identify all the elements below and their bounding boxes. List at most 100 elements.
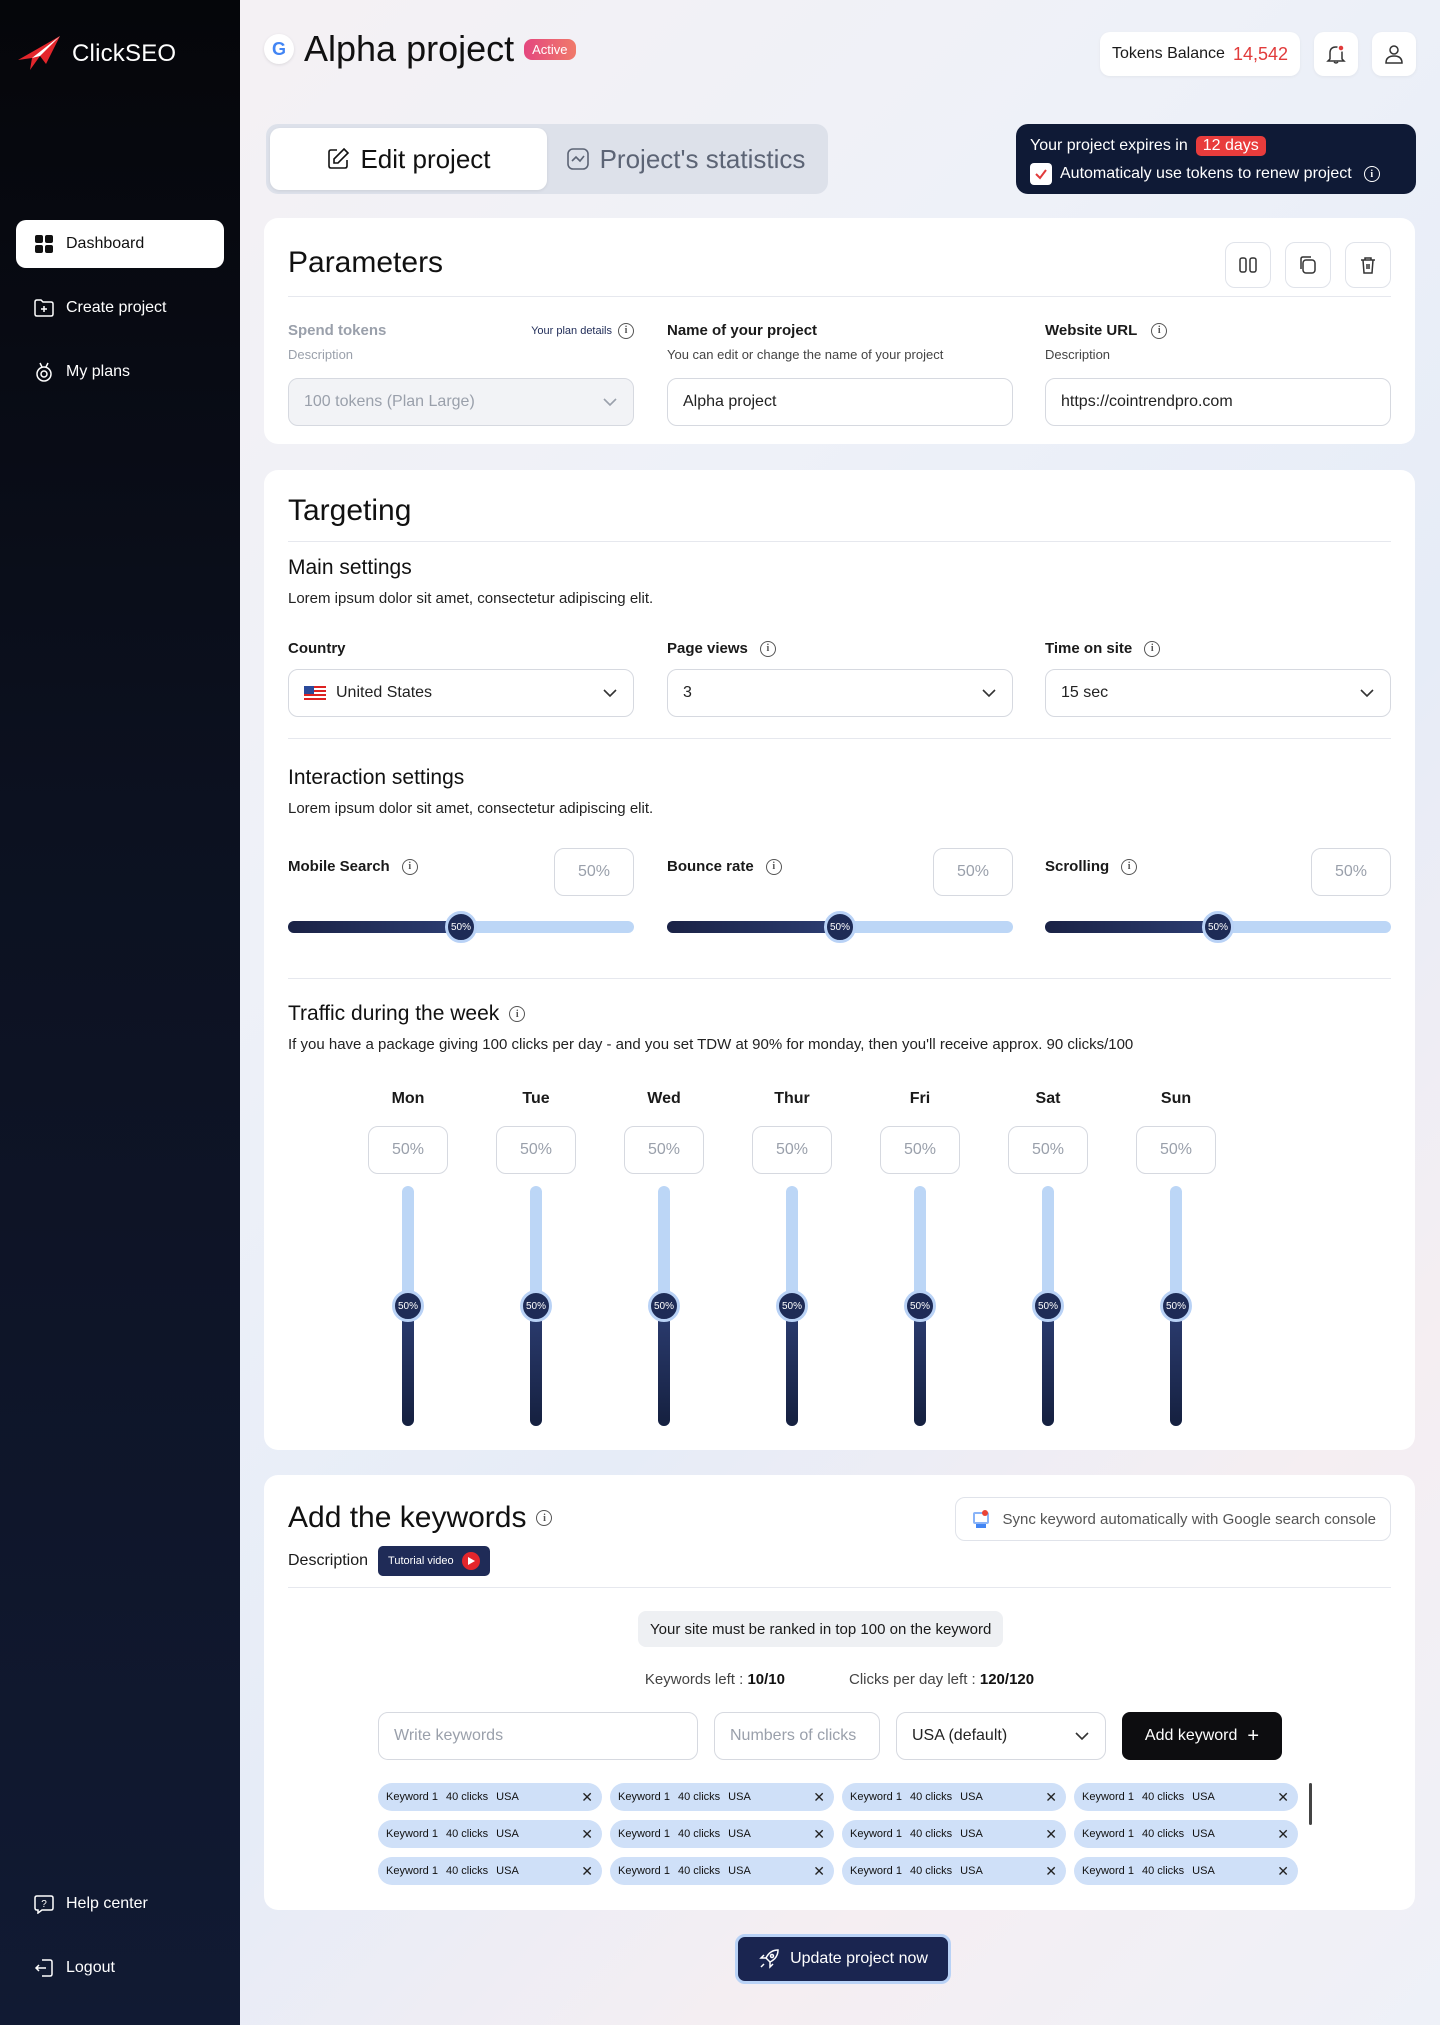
- sidebar-item-label: Help center: [66, 1895, 148, 1912]
- keywords-left-label: Keywords left :: [644, 1671, 744, 1688]
- slider-handle[interactable]: 50%: [824, 911, 856, 943]
- brand-logo[interactable]: ClickSEO: [16, 34, 176, 74]
- auto-renew-checkbox[interactable]: [1030, 163, 1052, 185]
- delete-button[interactable]: [1345, 242, 1391, 288]
- info-icon[interactable]: i: [765, 858, 782, 875]
- remove-keyword-icon[interactable]: ✕: [813, 1826, 825, 1843]
- keyword-chip-name: Keyword 1: [1082, 1865, 1134, 1877]
- info-icon[interactable]: i: [1363, 166, 1380, 182]
- day-slider-handle[interactable]: 50%: [776, 1290, 808, 1322]
- info-icon[interactable]: i: [509, 1006, 526, 1022]
- day-slider-handle[interactable]: 50%: [648, 1290, 680, 1322]
- chevron-down-icon: [982, 689, 996, 698]
- slider-label: Bounce rate i: [667, 858, 782, 875]
- country-select[interactable]: United States: [288, 669, 634, 717]
- country-value: United States: [336, 684, 433, 701]
- slider-handle[interactable]: 50%: [1202, 911, 1234, 943]
- remove-keyword-icon[interactable]: ✕: [1277, 1863, 1289, 1880]
- day-value-input[interactable]: 50%: [496, 1126, 576, 1174]
- info-icon[interactable]: i: [759, 640, 776, 657]
- day-slider-handle[interactable]: 50%: [392, 1290, 424, 1322]
- sidebar-item-dashboard[interactable]: Dashboard: [16, 220, 224, 268]
- time-on-site-select[interactable]: 15 sec: [1045, 669, 1391, 717]
- bird-logo-icon: [18, 36, 60, 70]
- keyword-chip-clicks: 40 clicks: [909, 1865, 953, 1877]
- day-value-input[interactable]: 50%: [624, 1126, 704, 1174]
- remove-keyword-icon[interactable]: ✕: [1045, 1826, 1057, 1843]
- keyword-chip-clicks: 40 clicks: [909, 1828, 953, 1840]
- remove-keyword-icon[interactable]: ✕: [581, 1826, 593, 1843]
- tab-edit-project[interactable]: Edit project: [270, 128, 547, 190]
- day-value-input[interactable]: 50%: [368, 1126, 448, 1174]
- targeting-title: Targeting: [288, 494, 412, 527]
- info-icon[interactable]: i: [536, 1510, 553, 1526]
- sidebar-item-logout[interactable]: Logout: [16, 1944, 224, 1992]
- day-slider-fill: [1170, 1306, 1182, 1426]
- keyword-chip-country: USA: [728, 1865, 751, 1877]
- slider-value-input[interactable]: 50%: [1311, 848, 1391, 896]
- spend-tokens-select[interactable]: 100 tokens (Plan Large): [288, 378, 634, 426]
- chips-scrollbar[interactable]: [1309, 1783, 1312, 1825]
- slider-label-text: Bounce rate: [667, 858, 754, 875]
- day-slider-handle[interactable]: 50%: [904, 1290, 936, 1322]
- add-keyword-button[interactable]: Add keyword +: [1122, 1712, 1282, 1760]
- divider: [288, 978, 1391, 979]
- clicks-input[interactable]: Numbers of clicks: [714, 1712, 880, 1760]
- info-icon[interactable]: i: [1121, 858, 1138, 875]
- remove-keyword-icon[interactable]: ✕: [1045, 1789, 1057, 1806]
- remove-keyword-icon[interactable]: ✕: [1277, 1789, 1289, 1806]
- day-slider-handle[interactable]: 50%: [520, 1290, 552, 1322]
- sidebar-item-label: Logout: [66, 1959, 115, 1976]
- remove-keyword-icon[interactable]: ✕: [813, 1863, 825, 1880]
- day-slider-fill: [530, 1306, 542, 1426]
- profile-button[interactable]: [1372, 32, 1416, 76]
- project-name-input[interactable]: Alpha project: [667, 378, 1013, 426]
- slider-label-text: Mobile Search: [288, 858, 390, 875]
- slider-value-input[interactable]: 50%: [933, 848, 1013, 896]
- keyword-chip-clicks: 40 clicks: [677, 1828, 721, 1840]
- tutorial-video-button[interactable]: Tutorial video: [378, 1546, 490, 1576]
- tab-statistics[interactable]: Project's statistics: [547, 128, 824, 190]
- page-views-select[interactable]: 3: [667, 669, 1013, 717]
- day-value-input[interactable]: 50%: [880, 1126, 960, 1174]
- remove-keyword-icon[interactable]: ✕: [813, 1789, 825, 1806]
- logout-icon: [34, 1958, 54, 1978]
- sync-gsc-button[interactable]: Sync keyword automatically with Google s…: [955, 1497, 1391, 1541]
- columns-button[interactable]: [1225, 242, 1271, 288]
- day-value-input[interactable]: 50%: [1008, 1126, 1088, 1174]
- parameters-card: Parameters Spend tokens Your plan detail…: [264, 218, 1415, 444]
- remove-keyword-icon[interactable]: ✕: [1277, 1826, 1289, 1843]
- info-icon[interactable]: i: [401, 858, 418, 875]
- keyword-chip: Keyword 1 40 clicks USA ✕: [842, 1783, 1066, 1811]
- sidebar-item-help-center[interactable]: ? Help center: [16, 1880, 224, 1928]
- keywords-title: Add the keywords i: [288, 1501, 553, 1535]
- rank-notice: Your site must be ranked in top 100 on t…: [638, 1611, 1004, 1647]
- page-views-label-text: Page views: [667, 640, 748, 657]
- keyword-country-select[interactable]: USA (default): [896, 1712, 1106, 1760]
- slider-value-input[interactable]: 50%: [554, 848, 634, 896]
- day-label: Wed: [647, 1090, 681, 1107]
- info-icon[interactable]: i: [1151, 322, 1168, 339]
- notifications-button[interactable]: [1314, 32, 1358, 76]
- day-slider-handle[interactable]: 50%: [1160, 1290, 1192, 1322]
- day-slider-handle[interactable]: 50%: [1032, 1290, 1064, 1322]
- day-value-input[interactable]: 50%: [1136, 1126, 1216, 1174]
- sidebar-item-my-plans[interactable]: My plans: [16, 348, 224, 396]
- remove-keyword-icon[interactable]: ✕: [581, 1863, 593, 1880]
- slider-handle[interactable]: 50%: [445, 911, 477, 943]
- remove-keyword-icon[interactable]: ✕: [1045, 1863, 1057, 1880]
- remove-keyword-icon[interactable]: ✕: [581, 1789, 593, 1806]
- keyword-chip: Keyword 1 40 clicks USA ✕: [610, 1857, 834, 1885]
- bell-icon: [1326, 44, 1346, 64]
- duplicate-button[interactable]: [1285, 242, 1331, 288]
- day-value-input[interactable]: 50%: [752, 1126, 832, 1174]
- sidebar-item-create-project[interactable]: Create project: [16, 284, 224, 332]
- keyword-chip-clicks: 40 clicks: [1141, 1865, 1185, 1877]
- project-header: G Alpha project Active: [264, 28, 576, 70]
- website-url-input[interactable]: https://cointrendpro.com: [1045, 378, 1391, 426]
- plan-details-text: Your plan details: [531, 324, 612, 337]
- update-project-button[interactable]: Update project now: [735, 1934, 951, 1984]
- info-icon[interactable]: i: [1144, 640, 1161, 657]
- keyword-input[interactable]: Write keywords: [378, 1712, 698, 1760]
- plan-details-link[interactable]: Your plan details i: [531, 322, 634, 339]
